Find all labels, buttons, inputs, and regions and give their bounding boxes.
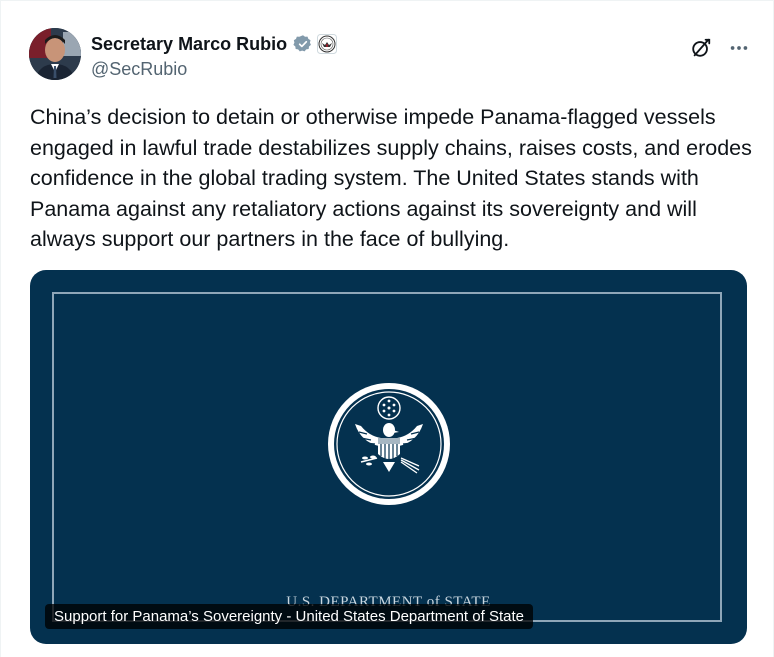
author-display-name[interactable]: Secretary Marco Rubio [91, 34, 287, 55]
post-header: Secretary Marco Rubio @SecRubio [29, 28, 753, 84]
author-handle[interactable]: @SecRubio [91, 59, 337, 80]
media-card[interactable]: U.S. DEPARTMENT of STATE Support for Pan… [30, 270, 747, 644]
header-actions [687, 34, 753, 62]
post-text: China’s decision to detain or otherwise … [30, 105, 758, 251]
avatar[interactable] [29, 28, 81, 80]
verified-badge-icon[interactable] [293, 34, 313, 54]
state-department-seal-icon[interactable] [317, 34, 338, 54]
avatar-image [29, 28, 81, 80]
more-icon[interactable] [725, 34, 753, 62]
author-name-row: Secretary Marco Rubio [91, 31, 338, 57]
author-info: Secretary Marco Rubio @SecRubio [91, 31, 338, 80]
post-card[interactable]: Secretary Marco Rubio @SecRubio China’s … [0, 0, 774, 657]
great-seal-icon [325, 380, 453, 508]
media-caption[interactable]: Support for Panama’s Sovereignty - Unite… [45, 604, 533, 629]
post-footer-peek [30, 652, 110, 657]
grok-icon[interactable] [687, 34, 715, 62]
